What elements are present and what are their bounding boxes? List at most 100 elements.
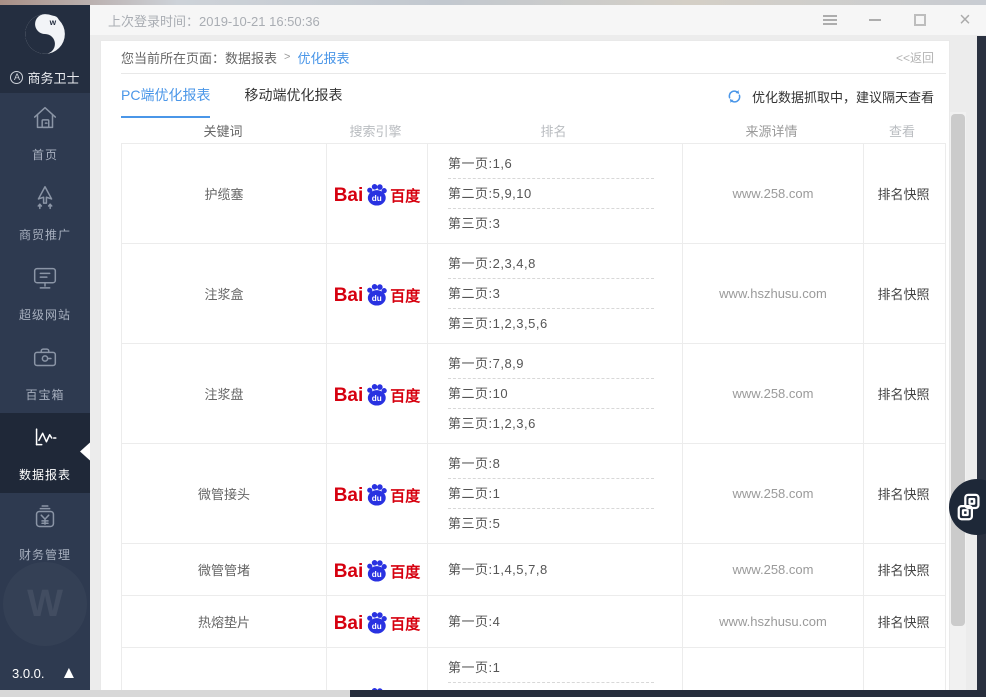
baidu-cn: 百度 [390, 564, 420, 581]
rank-line: 第一页:4 [448, 607, 654, 636]
maximize-icon[interactable] [911, 11, 929, 29]
source-cell: www.258.com [682, 544, 863, 595]
table-row: 微管接头 Bai du 百度 第一页:8第二页:1第三页:5 www. [122, 444, 945, 544]
snapshot-link[interactable]: 排名快照 [877, 484, 929, 503]
engine-cell: Bai du 百度 [326, 344, 427, 443]
table-row: 注浆盘 Bai du 百度 第一页:7,8,9第二页:10第三页:1,2,3, [122, 344, 945, 444]
baidu-cn: 百度 [390, 188, 420, 205]
brand-block: w A 商务卫士 [0, 5, 90, 93]
source-cell: 谷瀑环保 [682, 648, 863, 690]
scrollbar-thumb[interactable] [951, 114, 965, 626]
snapshot-link[interactable]: 排名快照 [877, 384, 929, 403]
table-row: 护缆塞 Bai du 百度 第一页:1,6第二页:5,9,10第三页:3 [122, 144, 945, 244]
svg-text:du: du [372, 570, 382, 579]
close-icon[interactable]: × [956, 11, 974, 29]
tab-pc[interactable]: PC端优化报表 [121, 74, 210, 118]
sidebar-item-report[interactable]: 数据报表 [0, 413, 90, 493]
tab-mobile[interactable]: 移动端优化报表 [244, 74, 342, 118]
baidu-paw-icon: du [364, 182, 389, 207]
snapshot-link[interactable]: 排名快照 [877, 284, 929, 303]
tabs-row: PC端优化报表移动端优化报表 优化数据抓取中，建议隔天查看 [121, 74, 946, 118]
engine-cell: Bai du 百度 [326, 144, 427, 243]
sidebar: w A 商务卫士 首页 商贸推广 超级网站 百宝箱 数据报表 财务管理 W 3.… [0, 5, 90, 690]
sidebar-item-website[interactable]: 超级网站 [0, 253, 90, 333]
baidu-latin: Bai [334, 614, 364, 633]
view-cell: 排名快照 [863, 648, 943, 690]
baidu-logo-icon: Bai du 百度 [334, 558, 421, 581]
watermark-shield-icon: W [3, 562, 87, 646]
baidu-logo-icon: Bai du 百度 [334, 482, 421, 505]
rank-cell: 第一页:4 [427, 596, 682, 647]
rank-line: 第三页:3 [448, 209, 654, 238]
back-link[interactable]: <<返回 [896, 49, 934, 66]
promotion-icon [30, 183, 60, 218]
breadcrumb-row: 您当前所在页面： 数据报表 > 优化报表 <<返回 [121, 41, 946, 74]
scrollbar-track[interactable] [950, 112, 966, 690]
report-icon [30, 423, 60, 458]
snapshot-link[interactable]: 排名快照 [877, 184, 929, 203]
breadcrumb-prefix: 您当前所在页面： [121, 48, 225, 67]
rank-line: 第一页:2,3,4,8 [448, 249, 654, 279]
rank-line: 第三页:1,2,3,5,6 [448, 309, 654, 338]
table-body: 护缆塞 Bai du 百度 第一页:1,6第二页:5,9,10第三页:3 [121, 144, 946, 690]
table-row: 微管管堵 Bai du 百度 第一页:1,4,5,7,8 www.25 [122, 544, 945, 596]
table-row: 硅管接头 Bai du 百度 第一页:1第二页:3,6第三页:8,10 [122, 648, 945, 690]
rank-cell: 第一页:1,6第二页:5,9,10第三页:3 [427, 144, 682, 243]
view-cell: 排名快照 [863, 144, 943, 243]
keyword-cell: 微管管堵 [122, 544, 326, 595]
source-cell: www.hszhusu.com [682, 244, 863, 343]
rank-line: 第三页:5 [448, 509, 654, 538]
version-row: 3.0.0. ▲ [12, 664, 77, 681]
sidebar-item-promotion[interactable]: 商贸推广 [0, 173, 90, 253]
column-header: 搜索引擎 [325, 121, 426, 140]
svg-text:du: du [372, 622, 382, 631]
baidu-latin: Bai [334, 186, 364, 205]
breadcrumb-current[interactable]: 优化报表 [297, 48, 349, 67]
rank-line: 第一页:1,4,5,7,8 [448, 555, 654, 584]
keyword-cell: 注浆盘 [122, 344, 326, 443]
snapshot-link[interactable]: 排名快照 [877, 612, 929, 631]
baidu-cn: 百度 [390, 488, 420, 505]
refresh-icon [726, 88, 743, 105]
rank-line: 第一页:1 [448, 653, 654, 683]
content-card: 您当前所在页面： 数据报表 > 优化报表 <<返回 PC端优化报表移动端优化报表… [100, 40, 950, 690]
sidebar-item-home[interactable]: 首页 [0, 93, 90, 173]
engine-cell: Bai du 百度 [326, 544, 427, 595]
column-header: 来源详情 [681, 121, 862, 140]
rank-line: 第二页:1 [448, 479, 654, 509]
menu-icon[interactable] [821, 11, 839, 29]
breadcrumb-parent[interactable]: 数据报表 [225, 48, 277, 67]
svg-text:du: du [372, 494, 382, 503]
snapshot-link[interactable]: 排名快照 [877, 560, 929, 579]
rank-line: 第二页:5,9,10 [448, 179, 654, 209]
update-arrow-icon[interactable]: ▲ [61, 664, 78, 681]
app-logo-icon: w [22, 11, 68, 62]
rank-line: 第二页:3,6 [448, 683, 654, 690]
keyword-cell: 微管接头 [122, 444, 326, 543]
source-cell: www.258.com [682, 444, 863, 543]
snapshot-link[interactable]: 排名快照 [877, 688, 929, 690]
view-cell: 排名快照 [863, 596, 943, 647]
sidebar-item-toolbox[interactable]: 百宝箱 [0, 333, 90, 413]
rank-cell: 第一页:1,4,5,7,8 [427, 544, 682, 595]
baidu-logo-icon: Bai du 百度 [334, 382, 421, 405]
rank-line: 第二页:3 [448, 279, 654, 309]
fetch-status: 优化数据抓取中，建议隔天查看 [726, 87, 934, 106]
engine-cell: Bai du 百度 [326, 444, 427, 543]
baidu-paw-icon: du [364, 610, 389, 635]
engine-cell: Bai du 百度 [326, 244, 427, 343]
baidu-cn: 百度 [390, 388, 420, 405]
baidu-logo-icon: Bai du 百度 [334, 610, 421, 633]
table-row: 注浆盒 Bai du 百度 第一页:2,3,4,8第二页:3第三页:1,2,3 [122, 244, 945, 344]
svg-text:du: du [372, 294, 382, 303]
brand-name: A 商务卫士 [10, 68, 79, 87]
baidu-cn: 百度 [390, 288, 420, 305]
view-cell: 排名快照 [863, 244, 943, 343]
engine-cell: Bai du 百度 [326, 648, 427, 690]
keyword-cell: 护缆塞 [122, 144, 326, 243]
rank-cell: 第一页:1第二页:3,6第三页:8,10 [427, 648, 682, 690]
baidu-latin: Bai [334, 486, 364, 505]
minimize-icon[interactable] [866, 11, 884, 29]
sidebar-item-finance[interactable]: 财务管理 [0, 493, 90, 573]
rank-line: 第一页:8 [448, 449, 654, 479]
